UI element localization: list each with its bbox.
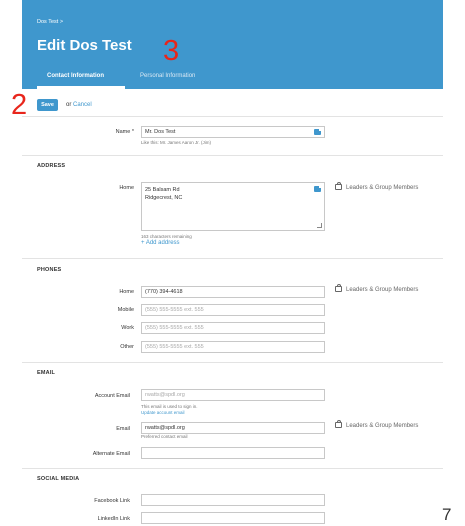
tab-personal-information[interactable]: Personal Information bbox=[140, 73, 195, 79]
divider bbox=[22, 468, 443, 469]
phone-home-field[interactable]: (770) 394-4618 bbox=[141, 286, 325, 298]
name-label: Name * bbox=[115, 129, 134, 135]
divider bbox=[22, 116, 443, 117]
address-home-label: Home bbox=[119, 185, 134, 191]
social-media-heading: SOCIAL MEDIA bbox=[37, 476, 80, 482]
divider bbox=[22, 362, 443, 363]
divider bbox=[22, 155, 443, 156]
lock-icon bbox=[335, 283, 342, 292]
phone-mobile-field[interactable]: (555) 555-5555 ext. 555 bbox=[141, 304, 325, 316]
address-home-textarea[interactable]: 25 Balsam Rd Ridgecrest, NC bbox=[141, 182, 325, 231]
email-field[interactable]: rwatts@spdl.org bbox=[141, 422, 325, 434]
phone-mobile-label: Mobile bbox=[117, 307, 134, 313]
page-number: 7 bbox=[442, 505, 452, 524]
account-email-label: Account Email bbox=[94, 393, 130, 399]
alternate-email-label: Alternate Email bbox=[92, 451, 130, 457]
page-header: Dos Test > Edit Dos Test Contact Informa… bbox=[22, 0, 443, 89]
address-edit-icon[interactable] bbox=[314, 185, 322, 192]
update-account-email-link[interactable]: Update account email bbox=[141, 410, 185, 415]
tab-contact-information[interactable]: Contact Information bbox=[47, 73, 104, 79]
address-visibility-label: Leaders & Group Members bbox=[346, 185, 419, 191]
name-field[interactable]: Mr. Dos Test bbox=[141, 126, 325, 138]
active-tab-indicator bbox=[37, 86, 125, 89]
name-helper: Like this: Mr. James Aaron Jr. (Jim) bbox=[141, 140, 212, 145]
linkedin-link-field[interactable] bbox=[141, 512, 325, 524]
address-chars-remaining: 163 characters remaining bbox=[141, 234, 192, 239]
save-button[interactable]: Save bbox=[37, 99, 58, 111]
phone-other-field[interactable]: (555) 555-5555 ext. 555 bbox=[141, 341, 325, 353]
lock-icon bbox=[335, 419, 342, 428]
phone-work-field[interactable]: (555) 555-5555 ext. 555 bbox=[141, 322, 325, 334]
email-heading: EMAIL bbox=[37, 370, 56, 376]
annotation-step-3: 3 bbox=[163, 35, 180, 67]
linkedin-link-label: LinkedIn Link bbox=[97, 516, 130, 522]
email-visibility[interactable]: Leaders & Group Members bbox=[335, 419, 419, 429]
address-line-2: Ridgecrest, NC bbox=[145, 195, 183, 201]
address-visibility[interactable]: Leaders & Group Members bbox=[335, 181, 419, 191]
cancel-link[interactable]: Cancel bbox=[73, 102, 92, 108]
alternate-email-field[interactable] bbox=[141, 447, 325, 459]
phone-home-label: Home bbox=[119, 289, 134, 295]
facebook-link-label: Facebook Link bbox=[94, 498, 130, 504]
phones-visibility-label: Leaders & Group Members bbox=[346, 287, 419, 293]
phones-visibility[interactable]: Leaders & Group Members bbox=[335, 283, 419, 293]
email-helper: Preferred contact email bbox=[141, 434, 188, 439]
lock-icon bbox=[335, 181, 342, 190]
email-visibility-label: Leaders & Group Members bbox=[346, 423, 419, 429]
or-text: or bbox=[66, 102, 72, 108]
name-edit-icon[interactable] bbox=[314, 128, 322, 135]
phones-heading: PHONES bbox=[37, 267, 62, 273]
account-email-helper: This email is used to sign in. bbox=[141, 404, 198, 409]
divider bbox=[22, 258, 443, 259]
address-line-1: 25 Balsam Rd bbox=[145, 187, 180, 193]
address-heading: ADDRESS bbox=[37, 163, 66, 169]
facebook-link-field[interactable] bbox=[141, 494, 325, 506]
email-label: Email bbox=[116, 426, 130, 432]
account-email-field: rwatts@spdl.org bbox=[141, 389, 325, 401]
add-address-link[interactable]: + Add address bbox=[141, 240, 180, 246]
page-title: Edit Dos Test bbox=[37, 37, 132, 54]
resize-handle[interactable] bbox=[317, 223, 322, 228]
cancel-prompt: or Cancel bbox=[66, 102, 92, 108]
phone-other-label: Other bbox=[120, 344, 134, 350]
phone-work-label: Work bbox=[121, 325, 134, 331]
breadcrumb[interactable]: Dos Test > bbox=[37, 19, 63, 25]
